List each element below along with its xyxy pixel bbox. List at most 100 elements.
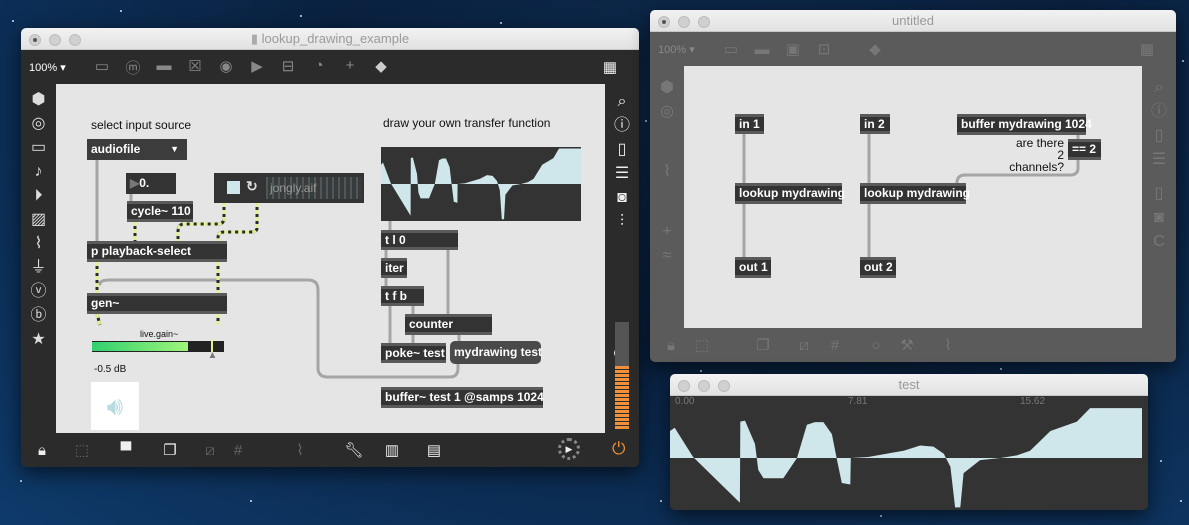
- equals-object[interactable]: == 2: [1068, 139, 1101, 160]
- number-box[interactable]: ▶0.: [126, 173, 176, 194]
- playlist[interactable]: ↻ jongly.aif: [214, 173, 364, 203]
- paperclip-icon[interactable]: ⌇: [24, 232, 54, 256]
- paperclip-add-icon[interactable]: ⌇: [289, 441, 311, 459]
- info-icon[interactable]: ⓘ: [1144, 100, 1174, 124]
- message-box-icon[interactable]: ⓜ: [122, 57, 144, 78]
- in1-object[interactable]: in 1: [735, 114, 764, 134]
- counter-object[interactable]: counter: [405, 314, 492, 335]
- paperclip-add-icon[interactable]: ⌇: [937, 336, 959, 354]
- c-icon[interactable]: C: [1144, 230, 1174, 254]
- music-note-icon[interactable]: ♪: [24, 160, 54, 184]
- wrench-icon[interactable]: 🔧︎: [343, 441, 365, 459]
- close-button[interactable]: [29, 34, 41, 46]
- patch-grid-icon[interactable]: ▦: [603, 58, 617, 76]
- plug-icon[interactable]: ⏚: [24, 256, 54, 280]
- paint-bucket-icon[interactable]: ◆: [864, 40, 886, 58]
- keyboard-icon[interactable]: ▤: [423, 441, 445, 459]
- select-pointer-icon[interactable]: ⬚: [691, 336, 713, 354]
- patcher-window-icon[interactable]: ▭: [720, 40, 742, 58]
- lookup1-object[interactable]: lookup mydrawing: [735, 183, 845, 204]
- plus-icon[interactable]: +: [652, 220, 682, 244]
- zoom-button[interactable]: [69, 34, 81, 46]
- grid-icon[interactable]: #: [824, 337, 846, 354]
- book2-icon[interactable]: ▯: [1144, 182, 1174, 206]
- lookup2-object[interactable]: lookup mydrawing: [860, 183, 970, 204]
- out2-object[interactable]: out 2: [860, 257, 896, 278]
- transfer-function-waveform[interactable]: [381, 147, 581, 221]
- select-pointer-icon[interactable]: ⬚: [71, 441, 93, 459]
- loop-icon[interactable]: ↻: [246, 179, 258, 194]
- mixer-icon[interactable]: ⫶: [607, 210, 637, 234]
- circle-target-icon[interactable]: ◎: [24, 112, 54, 136]
- film-icon[interactable]: ▭: [24, 136, 54, 160]
- book-icon[interactable]: ▯: [1144, 124, 1174, 148]
- mydrawing-test-message[interactable]: mydrawing test: [450, 341, 542, 364]
- buffer-test-object[interactable]: buffer~ test 1 @samps 1024: [381, 387, 544, 408]
- info-icon[interactable]: ⓘ: [607, 114, 637, 138]
- camera-icon[interactable]: ◙: [607, 186, 637, 210]
- windows-icon[interactable]: ❐: [752, 336, 774, 354]
- ezdac-speaker-button[interactable]: 🔊︎: [91, 382, 139, 430]
- search-icon[interactable]: ⌕: [607, 90, 637, 114]
- paint-bucket-icon[interactable]: ◆: [370, 57, 392, 78]
- zoom-button[interactable]: [718, 380, 730, 392]
- lock-icon[interactable]: 🔒︎: [660, 337, 682, 354]
- trigger-fb-object[interactable]: t f b: [381, 286, 424, 306]
- hammer-icon[interactable]: ⚒: [896, 336, 918, 354]
- circle-target-icon[interactable]: ◎: [652, 100, 682, 124]
- star-icon[interactable]: ★: [24, 328, 54, 352]
- in2-object[interactable]: in 2: [860, 114, 890, 134]
- paperclip-icon[interactable]: ⌇: [652, 160, 682, 184]
- live-gain-slider[interactable]: [92, 339, 224, 354]
- close-button[interactable]: [678, 380, 690, 392]
- audio-source-menu[interactable]: audiofile ▼: [87, 139, 187, 160]
- minimize-button[interactable]: [678, 16, 690, 28]
- zoom-level[interactable]: 100% ▾: [658, 43, 720, 56]
- lock-icon[interactable]: 🔒︎: [31, 442, 53, 459]
- minimize-button[interactable]: [698, 380, 710, 392]
- poke-object[interactable]: poke~ test: [381, 343, 446, 363]
- image-icon[interactable]: ▨: [24, 208, 54, 232]
- gen-object[interactable]: gen~: [87, 293, 227, 314]
- play-circle-icon[interactable]: ▶: [558, 438, 580, 460]
- list-icon[interactable]: ☰: [607, 162, 637, 186]
- minimize-button[interactable]: [49, 34, 61, 46]
- buffer-waveform[interactable]: [670, 406, 1142, 510]
- close-button[interactable]: [658, 16, 670, 28]
- book-icon[interactable]: ▯: [607, 138, 637, 162]
- circle-icon[interactable]: ○: [865, 337, 887, 354]
- panel-icon[interactable]: ▣: [782, 40, 804, 58]
- comment-icon[interactable]: ▬: [751, 41, 773, 58]
- buffer-mydrawing-object[interactable]: buffer mydrawing 1024: [957, 114, 1092, 135]
- patcher-window-icon[interactable]: ▭: [91, 57, 113, 78]
- search-icon[interactable]: ⌕: [1144, 76, 1174, 100]
- dial-icon[interactable]: ◔: [308, 57, 330, 78]
- slider-icon[interactable]: ⊟: [277, 57, 299, 78]
- presentation-icon[interactable]: ▀: [115, 442, 137, 459]
- toggle-icon[interactable]: ☒: [184, 57, 206, 78]
- hide-cords-icon[interactable]: ⧄: [199, 442, 221, 459]
- cube-icon[interactable]: ⬢: [24, 88, 54, 112]
- code-box-icon[interactable]: ⊡: [813, 40, 835, 58]
- zoom-button[interactable]: [698, 16, 710, 28]
- zoom-level[interactable]: 100% ▾: [29, 61, 91, 74]
- trigger-object[interactable]: t l 0: [381, 230, 458, 250]
- stop-icon[interactable]: [227, 181, 240, 194]
- output-meter[interactable]: [614, 322, 629, 430]
- plus-icon[interactable]: +: [339, 57, 361, 78]
- cycle-object[interactable]: cycle~ 110: [127, 201, 193, 222]
- patch-grid-icon[interactable]: ▦: [1140, 40, 1154, 58]
- play-icon[interactable]: ▶: [246, 57, 268, 78]
- grid-icon[interactable]: #: [227, 442, 249, 459]
- cube-icon[interactable]: ⬢: [652, 76, 682, 100]
- piano-icon[interactable]: ▥: [381, 441, 403, 459]
- b-circle-icon[interactable]: ⓑ: [24, 304, 54, 328]
- step-play-icon[interactable]: ⏵: [24, 184, 54, 208]
- button-icon[interactable]: ◉: [215, 57, 237, 78]
- hide-cords-icon[interactable]: ⧄: [793, 337, 815, 354]
- v-circle-icon[interactable]: ⓥ: [24, 280, 54, 304]
- comment-icon[interactable]: ▬: [153, 57, 175, 78]
- camera-icon[interactable]: ◙: [1144, 206, 1174, 230]
- wave-icon[interactable]: ≈: [652, 244, 682, 268]
- windows-icon[interactable]: ❐: [159, 441, 181, 459]
